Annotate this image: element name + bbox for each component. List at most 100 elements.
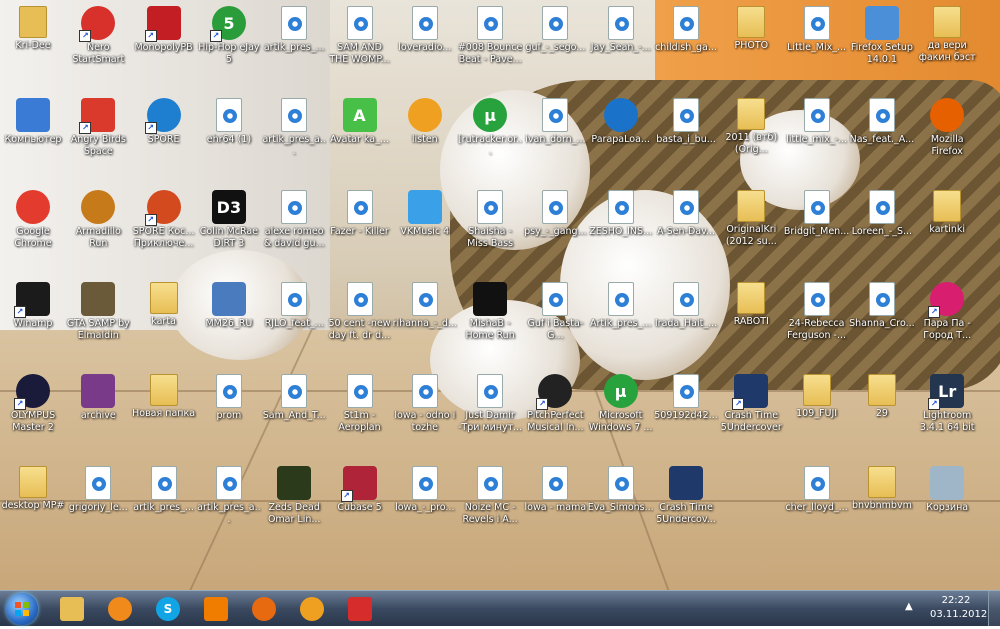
desktop-icon[interactable]: Crash Time 5Undercov... bbox=[653, 462, 719, 526]
show-hidden-icons-arrow[interactable]: ▲ bbox=[905, 601, 913, 612]
desktop-icon[interactable]: Noize MC -Revels i A... bbox=[457, 462, 523, 526]
desktop-icon[interactable]: artik_pres_... bbox=[131, 462, 197, 514]
desktop-icon[interactable]: Firefox Setup 14.0.1 bbox=[849, 2, 915, 66]
clock-time[interactable]: 22:22 bbox=[930, 595, 982, 606]
show-desktop-button[interactable] bbox=[988, 591, 1000, 626]
desktop-icon[interactable]: Just Damir -Три минут... bbox=[457, 370, 523, 434]
desktop-icon[interactable]: grigoriy_le... bbox=[65, 462, 131, 514]
desktop-icon[interactable]: listen bbox=[392, 94, 458, 146]
desktop-icon[interactable]: lowa_-_pro... bbox=[392, 462, 458, 514]
desktop-icon[interactable]: ↗ PitchPerfect Musical In... bbox=[522, 370, 588, 434]
taskbar-app-vlc[interactable] bbox=[196, 594, 236, 624]
desktop-icon[interactable]: Sam_And_T... bbox=[261, 370, 327, 422]
desktop-icon[interactable]: Shaisha - Miss Bass bbox=[457, 186, 523, 250]
desktop-icon[interactable]: karta bbox=[131, 278, 197, 328]
desktop-icon[interactable]: lowa - mama bbox=[522, 462, 588, 514]
taskbar-app-paint[interactable] bbox=[340, 594, 380, 624]
desktop-icon[interactable]: Компьютер bbox=[0, 94, 66, 146]
desktop-icon[interactable]: Artik_pres_... bbox=[588, 278, 654, 330]
desktop-icon[interactable]: RABOTI bbox=[718, 278, 784, 328]
desktop-icon[interactable]: archive bbox=[65, 370, 131, 422]
desktop-icon[interactable]: Mozilla Firefox bbox=[914, 94, 980, 158]
desktop-icon[interactable]: 24-Rebecca Ferguson -... bbox=[784, 278, 850, 342]
start-button[interactable] bbox=[6, 593, 38, 625]
desktop-icon[interactable]: psy_-_gang... bbox=[522, 186, 588, 238]
desktop-icon[interactable]: 509192d42... bbox=[653, 370, 719, 422]
desktop-icon[interactable]: Little_Mix_... bbox=[784, 2, 850, 54]
desktop-icon[interactable]: desktop MP# bbox=[0, 462, 66, 512]
desktop-icon[interactable]: Shanna_Cro... bbox=[849, 278, 915, 330]
desktop-icon[interactable]: Bridgit_Men... bbox=[784, 186, 850, 238]
desktop-icon[interactable]: Armadillo Run bbox=[65, 186, 131, 250]
taskbar-app-media-player[interactable] bbox=[100, 594, 140, 624]
desktop-icon[interactable]: #008 Bounce Beat - Pave... bbox=[457, 2, 523, 66]
desktop-icon[interactable]: VKMusic 4 bbox=[392, 186, 458, 238]
desktop-icon[interactable]: A-Sen-Dav... bbox=[653, 186, 719, 238]
desktop-icon[interactable]: ehr64 (1) bbox=[196, 94, 262, 146]
desktop-icon[interactable]: µ Microsoft Windows 7 ... bbox=[588, 370, 654, 434]
desktop-icon[interactable]: ↗ SPORE bbox=[131, 94, 197, 146]
desktop-icon[interactable]: PHOTO bbox=[718, 2, 784, 52]
desktop-icon[interactable]: ↗ Nero StartSmart bbox=[65, 2, 131, 66]
taskbar-app-explorer[interactable] bbox=[52, 594, 92, 624]
desktop-icon[interactable]: Fazer - Killer bbox=[327, 186, 393, 238]
desktop-icon[interactable]: artik_pres_a... bbox=[196, 462, 262, 526]
desktop-icon[interactable]: A Avatar ka_... bbox=[327, 94, 393, 146]
desktop-icon[interactable]: guf_-_sego... bbox=[522, 2, 588, 54]
desktop-icon[interactable]: ↗ Cubase 5 bbox=[327, 462, 393, 514]
desktop-icon[interactable]: ↗ Winamp bbox=[0, 278, 66, 330]
desktop-icon[interactable]: 2011 (втб) (Orig... bbox=[718, 94, 784, 156]
desktop-icon[interactable]: prom bbox=[196, 370, 262, 422]
desktop-icon[interactable]: ↗ Angry Birds Space bbox=[65, 94, 131, 158]
desktop-icon[interactable]: childish_ga... bbox=[653, 2, 719, 54]
desktop-icon[interactable]: ivan_dorn_... bbox=[522, 94, 588, 146]
desktop-icon[interactable]: artik_pres_a... bbox=[261, 94, 327, 158]
desktop-icon[interactable]: µ [rutracker.or... bbox=[457, 94, 523, 158]
desktop-icon[interactable]: MishaB -Home Run bbox=[457, 278, 523, 342]
desktop-icon[interactable]: ZESHO_INS... bbox=[588, 186, 654, 238]
desktop-icon[interactable]: Корзина bbox=[914, 462, 980, 514]
desktop-icon[interactable]: RJLO_feat_... bbox=[261, 278, 327, 330]
desktop-icon[interactable]: lowa - odno i tozhe bbox=[392, 370, 458, 434]
desktop-icon[interactable]: Nas_feat._A... bbox=[849, 94, 915, 146]
desktop-icon[interactable]: ParapaLoa... bbox=[588, 94, 654, 146]
desktop-icon[interactable]: St1m - Aeroplan bbox=[327, 370, 393, 434]
desktop-icon[interactable]: cher_lloyd_... bbox=[784, 462, 850, 514]
desktop-icon[interactable]: Lr ↗ Lightroom 3.4.1 64 bit bbox=[914, 370, 980, 434]
desktop-icon[interactable]: ↗ OLYMPUS Master 2 bbox=[0, 370, 66, 434]
desktop-icon[interactable]: Irada_Hait_... bbox=[653, 278, 719, 330]
clock-date[interactable]: 03.11.2012 bbox=[930, 609, 987, 620]
taskbar-app-reason[interactable] bbox=[244, 594, 284, 624]
desktop-icon[interactable]: Jay_Sean_-... bbox=[588, 2, 654, 54]
desktop-icon[interactable]: Новая папка bbox=[131, 370, 197, 420]
desktop-icon[interactable]: 29 bbox=[849, 370, 915, 420]
desktop-icon[interactable]: kartinki bbox=[914, 186, 980, 236]
desktop-icon[interactable]: да вери факин бэст bbox=[914, 2, 980, 64]
taskbar-app-skype[interactable]: S bbox=[148, 594, 188, 624]
desktop-icon[interactable]: ↗ Crash Time 5Undercover bbox=[718, 370, 784, 434]
desktop-icon[interactable]: 109_FUJI bbox=[784, 370, 850, 420]
desktop-icon[interactable]: bnvbnmbvm bbox=[849, 462, 915, 512]
desktop-icon[interactable]: Eva_Simons... bbox=[588, 462, 654, 514]
desktop-icon[interactable]: Google Chrome bbox=[0, 186, 66, 250]
desktop-icon[interactable]: artik_pres_... bbox=[261, 2, 327, 54]
desktop-icon[interactable]: basta_i_bu... bbox=[653, 94, 719, 146]
desktop-icon[interactable]: Loreen_-_S... bbox=[849, 186, 915, 238]
desktop-icon[interactable]: Zeds Dead Omar Lin... bbox=[261, 462, 327, 526]
desktop-icon[interactable]: alexe romeo & david gu... bbox=[261, 186, 327, 250]
taskbar-app-winamp[interactable] bbox=[292, 594, 332, 624]
desktop-icon[interactable]: ↗ Пара Па - Город Т... bbox=[914, 278, 980, 342]
desktop-icon[interactable]: little_mix_-... bbox=[784, 94, 850, 146]
desktop-icon[interactable]: SAM AND THE WOMP... bbox=[327, 2, 393, 66]
desktop-icon[interactable]: ↗ SPORE Кос... Приключе... bbox=[131, 186, 197, 250]
desktop-icon[interactable]: Guf i Basta-G... bbox=[522, 278, 588, 342]
desktop-icon[interactable]: rihanna_-_d... bbox=[392, 278, 458, 330]
desktop-icon[interactable]: GTA SAMP by Elmaldin bbox=[65, 278, 131, 342]
desktop-icon[interactable]: ↗ MonopolyPB bbox=[131, 2, 197, 54]
desktop-icon[interactable]: 50 cent -new day ft. dr d... bbox=[327, 278, 393, 342]
desktop-icon[interactable]: MM26_RU bbox=[196, 278, 262, 330]
desktop-icon[interactable]: D3 Colin McRae DiRT 3 bbox=[196, 186, 262, 250]
desktop-icon[interactable]: loveradio... bbox=[392, 2, 458, 54]
desktop-icon[interactable]: OriginalKri (2012 su... bbox=[718, 186, 784, 248]
desktop-icon[interactable]: Kri-Dee bbox=[0, 2, 66, 52]
